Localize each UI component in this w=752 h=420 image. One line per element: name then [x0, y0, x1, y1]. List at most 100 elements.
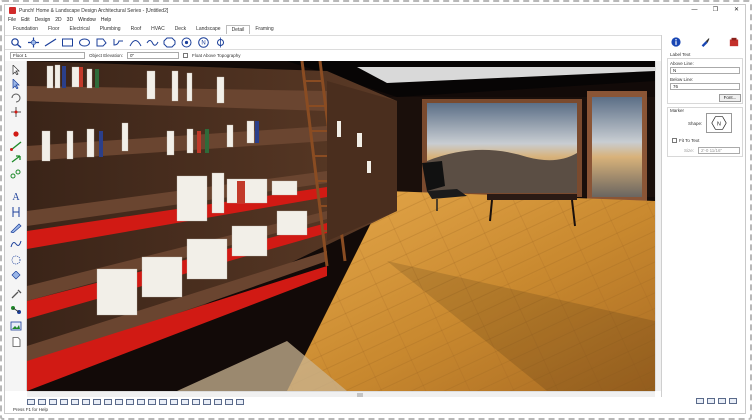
material-icon[interactable] — [727, 36, 740, 48]
page-icon[interactable] — [10, 337, 22, 347]
bring-front-icon[interactable] — [137, 398, 145, 405]
shape-selector[interactable]: N — [706, 113, 732, 133]
eyedropper-icon[interactable] — [10, 289, 22, 299]
window-title: Punch! Home & Landscape Design Architect… — [19, 7, 169, 14]
ungroup-icon[interactable] — [126, 398, 134, 405]
close-button[interactable]: ✕ — [726, 5, 745, 16]
group-icon[interactable] — [115, 398, 123, 405]
menu-2d[interactable]: 2D — [55, 17, 61, 23]
properties-panel: Label Text Above Line: N Below Line: 76 … — [661, 35, 745, 397]
zoom-fit-icon[interactable] — [696, 398, 704, 404]
tab-floor[interactable]: Floor — [43, 25, 64, 34]
svg-text:A: A — [12, 192, 20, 201]
fullscreen-icon[interactable] — [729, 398, 737, 404]
font-button[interactable]: Font... — [719, 94, 741, 102]
hexagon-marker-icon: N — [711, 116, 727, 130]
tab-framing[interactable]: Framing — [250, 25, 278, 34]
chain-icon[interactable] — [10, 169, 22, 179]
distribute-vertical-icon[interactable] — [104, 398, 112, 405]
tab-detail[interactable]: Detail — [225, 25, 251, 34]
info-icon[interactable] — [670, 36, 683, 48]
pencil-icon[interactable] — [10, 223, 22, 233]
distribute-horizontal-icon[interactable] — [93, 398, 101, 405]
align-top-icon[interactable] — [60, 398, 68, 405]
dimension-tool-icon[interactable] — [214, 37, 227, 48]
paint-brush-icon[interactable] — [698, 36, 711, 48]
float-above-topography-checkbox[interactable] — [183, 53, 189, 58]
size-input[interactable]: 2'-0 11/16" — [698, 147, 740, 154]
align-right-icon[interactable] — [49, 398, 57, 405]
octagon-tool-icon[interactable] — [163, 37, 176, 48]
tab-foundation[interactable]: Foundation — [8, 25, 43, 34]
object-elevation-input[interactable]: 0" — [127, 52, 180, 59]
menu-edit[interactable]: Edit — [21, 17, 30, 23]
image-icon[interactable] — [10, 321, 22, 331]
zoom-icon[interactable] — [10, 37, 23, 48]
record-dot-icon[interactable] — [10, 129, 22, 139]
zoom-out-icon[interactable] — [718, 398, 726, 404]
arrow-green-icon[interactable] — [10, 154, 22, 164]
fit-to-text-checkbox[interactable] — [672, 138, 677, 143]
spline-tool-icon[interactable] — [146, 37, 159, 48]
line-green-icon[interactable] — [10, 141, 22, 151]
ellipse-tool-icon[interactable] — [78, 37, 91, 48]
tab-electrical[interactable]: Electrical — [64, 25, 94, 34]
edit-point-icon[interactable] — [10, 79, 22, 89]
align-left-icon[interactable] — [27, 398, 35, 405]
mode-tab-bar: Foundation Floor Electrical Plumbing Roo… — [5, 24, 279, 34]
connector-icon[interactable] — [10, 305, 22, 315]
move-icon[interactable] — [10, 107, 22, 117]
object-elevation-label: Object Elevation: — [89, 53, 124, 58]
arc-tool-icon[interactable] — [129, 37, 142, 48]
pan-icon[interactable] — [27, 37, 40, 48]
main-toolbar: N — [5, 35, 745, 50]
tab-roof[interactable]: Roof — [126, 25, 147, 34]
tab-deck[interactable]: Deck — [170, 25, 191, 34]
rotate-left-icon[interactable] — [181, 398, 189, 405]
zoom-in-icon[interactable] — [707, 398, 715, 404]
shape-label: Shape: — [688, 121, 703, 126]
grid-icon[interactable] — [236, 398, 244, 405]
menu-window[interactable]: Window — [78, 17, 96, 23]
lock-icon[interactable] — [203, 398, 211, 405]
rotate-right-icon[interactable] — [192, 398, 200, 405]
above-line-input[interactable]: N — [670, 67, 740, 74]
unlock-icon[interactable] — [214, 398, 222, 405]
menu-help[interactable]: Help — [101, 17, 111, 23]
menu-3d[interactable]: 3D — [67, 17, 73, 23]
floor-options-row: Floor 1 Object Elevation: 0" Float Above… — [5, 51, 240, 60]
minimize-button[interactable]: — — [684, 5, 705, 16]
polygon-tool-icon[interactable] — [95, 37, 108, 48]
curve-tool-icon[interactable] — [112, 37, 125, 48]
view-controls — [696, 398, 737, 404]
rectangle-tool-icon[interactable] — [61, 37, 74, 48]
snap-icon[interactable] — [225, 398, 233, 405]
line-tool-icon[interactable] — [44, 37, 57, 48]
menu-bar: File Edit Design 2D 3D Window Help — [5, 16, 116, 24]
align-center-icon[interactable] — [38, 398, 46, 405]
app-logo-icon — [9, 7, 16, 14]
menu-file[interactable]: File — [8, 17, 16, 23]
north-arrow-icon[interactable]: N — [197, 37, 210, 48]
tab-plumbing[interactable]: Plumbing — [95, 25, 126, 34]
tab-hvac[interactable]: HVAC — [146, 25, 170, 34]
text-tool-icon[interactable]: A — [10, 191, 22, 201]
target-marker-icon[interactable] — [180, 37, 193, 48]
menu-design[interactable]: Design — [35, 17, 51, 23]
rotate-icon[interactable] — [10, 93, 22, 103]
tab-landscape[interactable]: Landscape — [191, 25, 225, 34]
freehand-icon[interactable] — [10, 239, 22, 249]
flip-horizontal-icon[interactable] — [159, 398, 167, 405]
send-back-icon[interactable] — [148, 398, 156, 405]
align-middle-icon[interactable] — [71, 398, 79, 405]
paint-bucket-icon[interactable] — [10, 271, 22, 281]
below-line-input[interactable]: 76 — [670, 83, 740, 90]
flip-vertical-icon[interactable] — [170, 398, 178, 405]
dimension-vertical-icon[interactable] — [10, 207, 22, 217]
spray-icon[interactable] — [10, 255, 22, 265]
select-arrow-icon[interactable] — [10, 65, 22, 75]
align-bottom-icon[interactable] — [82, 398, 90, 405]
floor-select[interactable]: Floor 1 — [10, 52, 85, 59]
maximize-button[interactable]: ❐ — [705, 5, 726, 16]
3d-render-viewport[interactable] — [27, 61, 655, 391]
